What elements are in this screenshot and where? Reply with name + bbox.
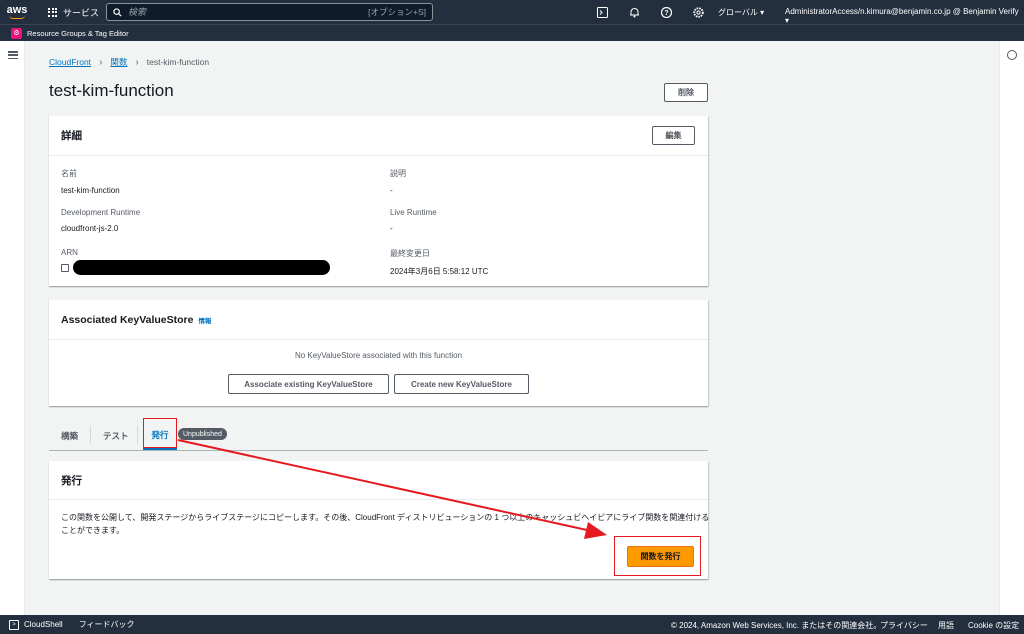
services-grid-icon [48, 7, 57, 17]
info-panel-icon[interactable] [1007, 50, 1017, 60]
keyvaluestore-panel: Associated KeyValueStore 情報 No KeyValueS… [49, 300, 708, 406]
resource-groups-icon: ⚙ [11, 27, 22, 39]
left-side-rail [0, 41, 25, 615]
details-header: 詳細 編集 [49, 116, 708, 156]
empty-state-text: No KeyValueStore associated with this fu… [294, 351, 463, 360]
divider [49, 499, 708, 500]
description-field: 説明 - [390, 168, 406, 195]
arn-label: ARN [61, 248, 78, 257]
terms-link[interactable]: 用語 [938, 620, 954, 631]
details-heading: 詳細 [61, 130, 82, 142]
search-box[interactable]: [オプション+S] [106, 3, 433, 21]
favorites-bar: ⚙ Resource Groups & Tag Editor [0, 24, 1024, 41]
dev-runtime-field: Development Runtime cloudfront-js-2.0 [61, 208, 140, 233]
services-label: サービス [63, 7, 100, 18]
publish-heading: 発行 [61, 474, 82, 487]
last-modified-value: 2024年3月6日 5:58:12 UTC [390, 267, 489, 276]
aws-logo-text: aws [6, 3, 28, 16]
copyright-text: © 2024, Amazon Web Services, Inc. またはその関… [671, 621, 882, 630]
dev-runtime-value: cloudfront-js-2.0 [61, 224, 119, 233]
menu-icon[interactable] [8, 51, 18, 59]
highlight-box-button [614, 536, 701, 576]
search-icon [113, 7, 122, 17]
live-runtime-label: Live Runtime [390, 208, 437, 217]
privacy-link[interactable]: プライバシー [880, 620, 928, 631]
aws-logo[interactable]: aws [0, 0, 34, 24]
search-shortcut-hint: [オプション+S] [368, 7, 426, 17]
live-runtime-value: - [390, 224, 393, 233]
tab-divider [90, 426, 91, 444]
name-label: 名前 [61, 169, 77, 178]
name-field: 名前 test-kim-function [61, 168, 120, 195]
delete-button[interactable]: 削除 [664, 83, 708, 102]
info-link[interactable]: 情報 [198, 315, 211, 325]
resource-groups-link[interactable]: Resource Groups & Tag Editor [27, 29, 129, 38]
tab-build[interactable]: 構築 [61, 421, 78, 450]
svg-text:?: ? [664, 10, 668, 17]
page-title: test-kim-function [49, 81, 174, 100]
tab-divider [137, 426, 138, 444]
copy-icon[interactable] [61, 263, 69, 272]
aws-smile-icon [9, 15, 25, 19]
tab-test[interactable]: テスト [103, 421, 129, 450]
edit-button[interactable]: 編集 [652, 126, 695, 145]
dev-runtime-label: Development Runtime [61, 208, 141, 217]
last-modified-field: 最終変更日 2024年3月6日 5:58:12 UTC [390, 248, 488, 277]
unpublished-badge: Unpublished [178, 428, 227, 440]
create-kvs-button[interactable]: Create new KeyValueStore [394, 374, 529, 394]
keyvaluestore-heading: Associated KeyValueStore [61, 313, 194, 326]
cloudshell-link[interactable]: > CloudShell [9, 619, 63, 630]
search-input[interactable] [128, 7, 369, 17]
cloudshell-icon[interactable] [594, 4, 610, 20]
chevron-right-icon: › [135, 56, 139, 68]
arn-field: ARN [61, 248, 330, 275]
chevron-right-icon: › [99, 56, 103, 68]
details-panel: 詳細 編集 名前 test-kim-function 説明 - Developm… [49, 116, 708, 286]
highlight-box-tab [143, 418, 177, 448]
bell-icon[interactable] [626, 4, 642, 20]
cloudshell-label: CloudShell [24, 620, 63, 629]
feedback-link[interactable]: フィードバック [79, 619, 135, 630]
description-label: 説明 [390, 169, 406, 178]
last-modified-label: 最終変更日 [390, 249, 430, 258]
settings-icon[interactable] [690, 4, 706, 20]
live-runtime-field: Live Runtime - [390, 208, 437, 233]
footer: > CloudShell フィードバック © 2024, Amazon Web … [0, 615, 1024, 634]
breadcrumb-cloudfront[interactable]: CloudFront [49, 57, 91, 67]
name-value: test-kim-function [61, 186, 120, 195]
publish-panel: 発行 この関数を公開して、開発ステージからライブステージにコピーします。その後、… [49, 461, 710, 579]
breadcrumb-functions[interactable]: 関数 [110, 56, 127, 68]
cookie-settings-link[interactable]: Cookie の設定 [968, 620, 1019, 631]
region-selector[interactable]: グローバル ▾ [718, 7, 764, 18]
help-icon[interactable]: ? [658, 4, 674, 20]
arn-value-redacted [73, 260, 330, 275]
cloudshell-footer-icon: > [9, 619, 19, 630]
description-value: - [390, 186, 393, 195]
keyvaluestore-header: Associated KeyValueStore 情報 [49, 300, 708, 340]
publish-description: この関数を公開して、開発ステージからライブステージにコピーします。その後、Clo… [61, 513, 710, 535]
services-menu[interactable]: サービス [48, 6, 99, 19]
account-menu[interactable]: AdministratorAccess/n.kimura@benjamin.co… [785, 7, 1024, 25]
right-side-rail [999, 41, 1024, 615]
breadcrumb: CloudFront › 関数 › test-kim-function [49, 56, 209, 68]
publish-header: 発行 [49, 461, 708, 499]
breadcrumb-current: test-kim-function [146, 57, 210, 67]
associate-kvs-button[interactable]: Associate existing KeyValueStore [228, 374, 389, 394]
top-navigation: aws サービス [オプション+S] ? グローバル ▾ Administrat… [0, 0, 1024, 25]
